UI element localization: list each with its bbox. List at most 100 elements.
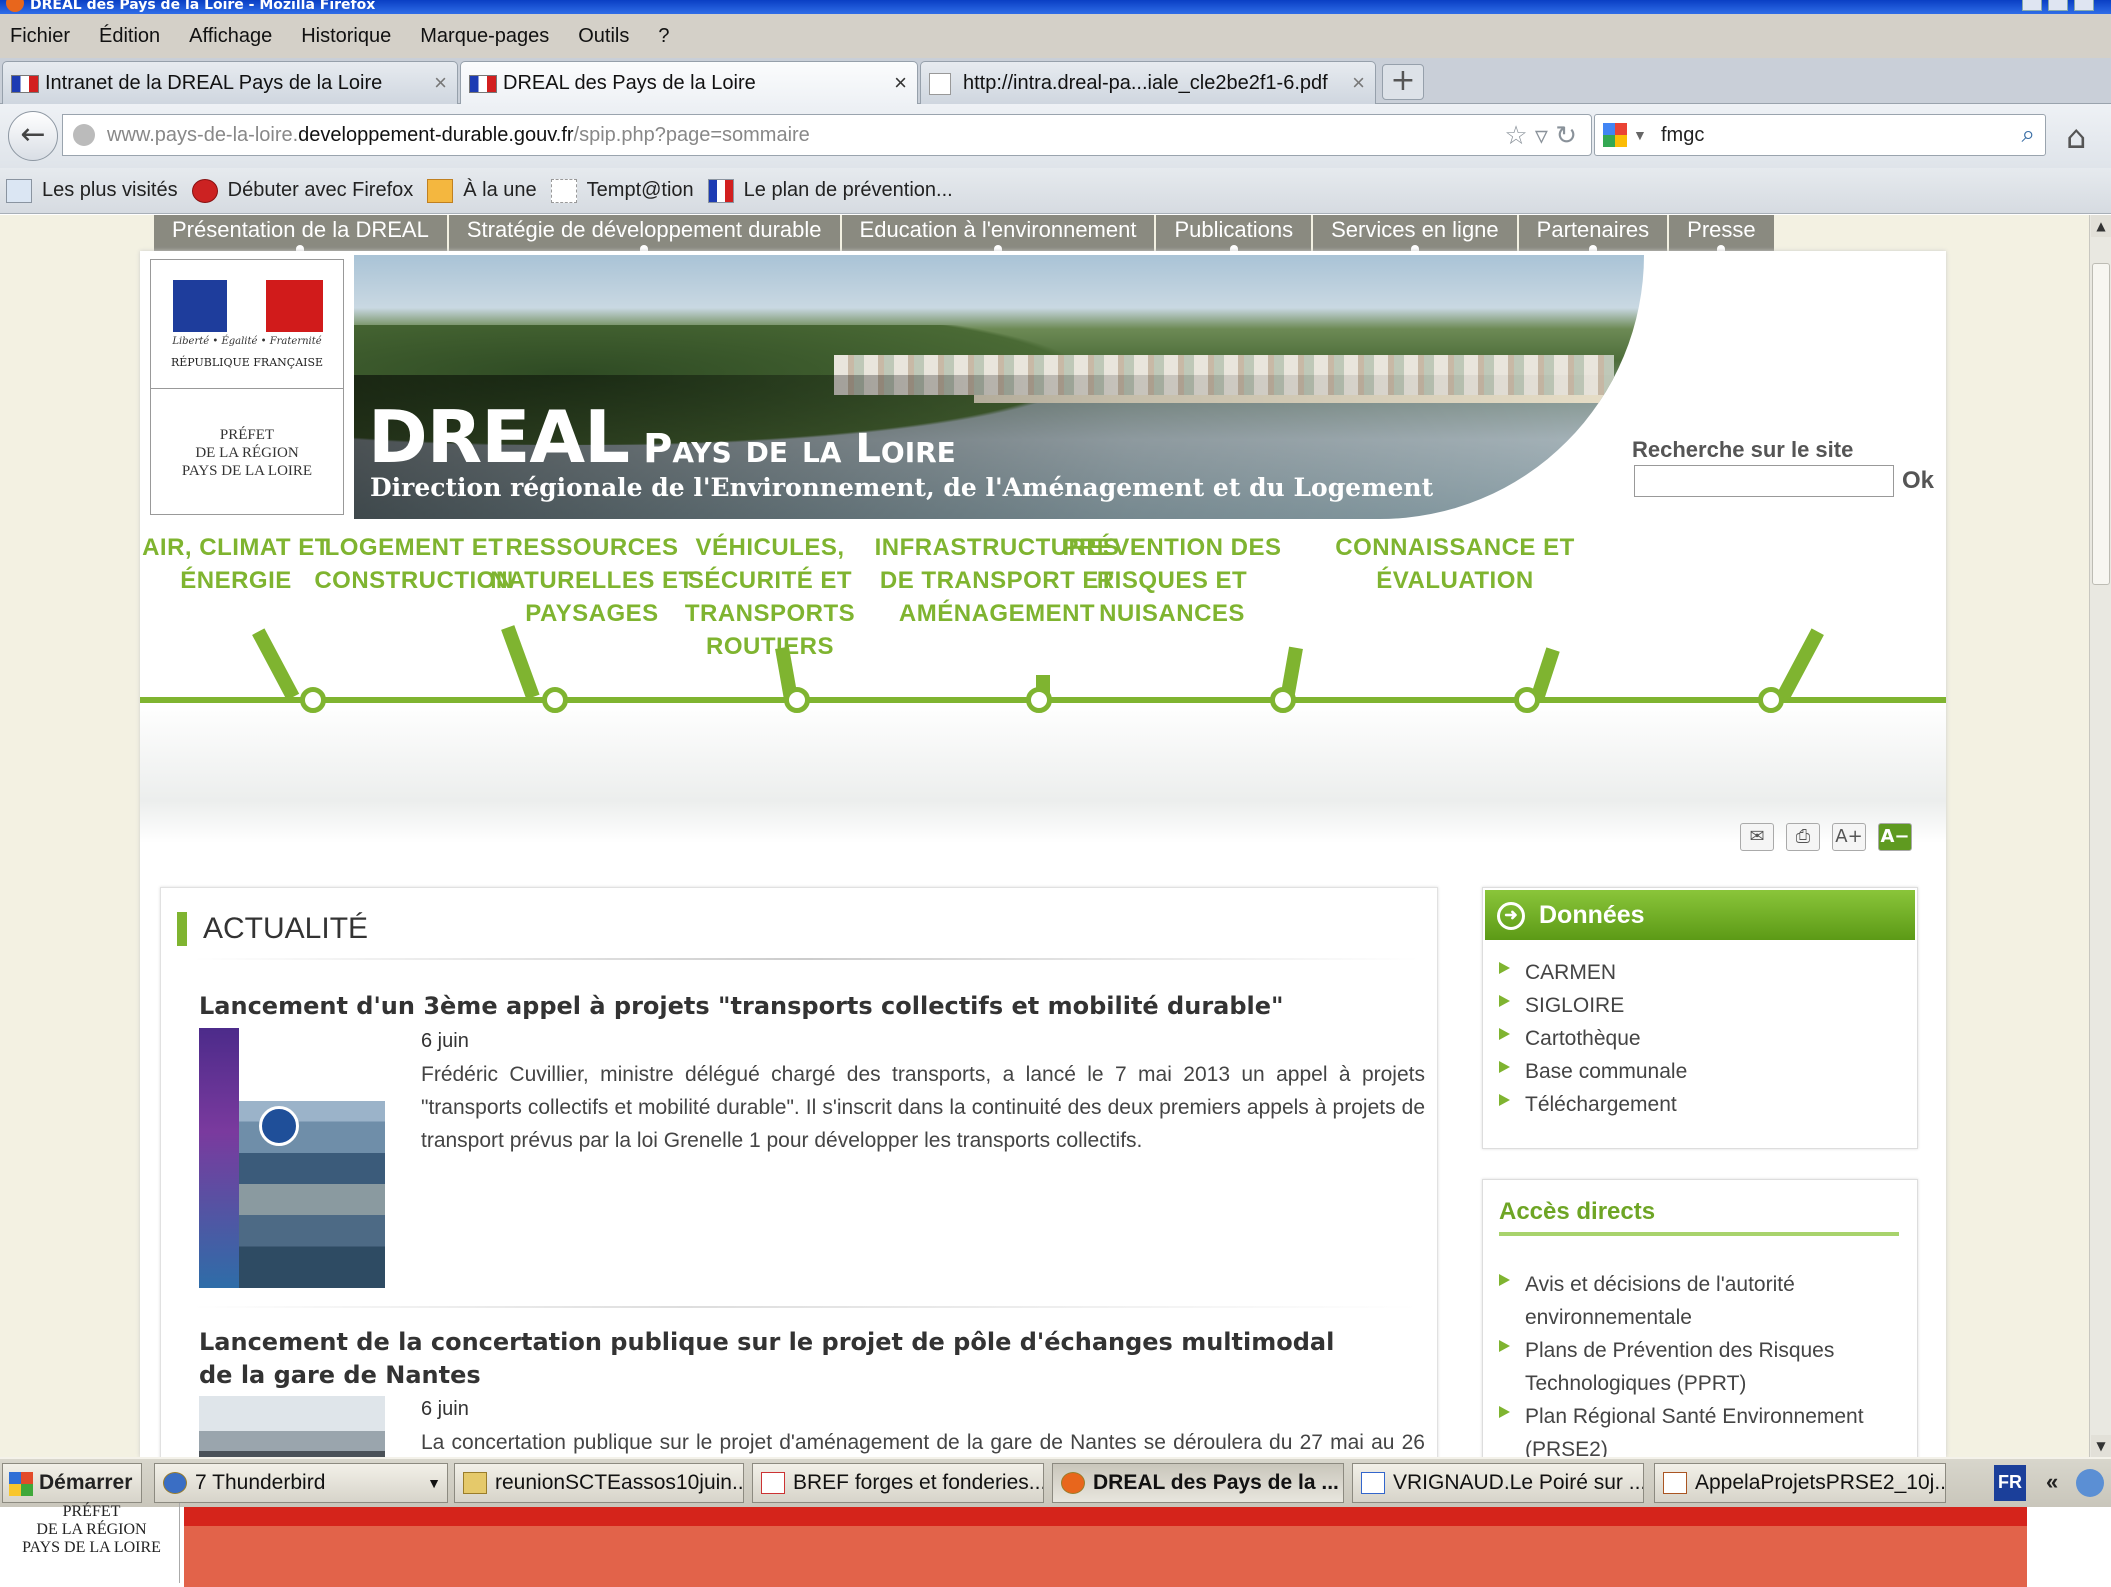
- acces-heading: Accès directs: [1499, 1198, 1656, 1225]
- tab-pdf[interactable]: http://intra.dreal-pa...iale_cle2be2f1-6…: [920, 61, 1376, 104]
- firefox-bookmark-icon: [191, 178, 218, 203]
- new-tab-button[interactable]: +: [1382, 64, 1424, 100]
- bookmarks-toolbar: Les plus visités Débuter avec Firefox À …: [0, 168, 2111, 214]
- marianne-logo-icon: [173, 280, 323, 332]
- search-magnifier-icon[interactable]: ⌕: [2022, 115, 2035, 155]
- logo-prefet: PRÉFET DE LA RÉGION PAYS DE LA LOIRE: [181, 427, 313, 479]
- document-icon: [1663, 1472, 1687, 1494]
- reload-icon[interactable]: ↻: [1555, 120, 1577, 150]
- scroll-thumb[interactable]: [2092, 263, 2110, 585]
- site-search-ok-button[interactable]: Ok: [1902, 467, 1934, 495]
- url-bar[interactable]: www.pays-de-la-loire.developpement-durab…: [62, 114, 1592, 156]
- page-scrollbar[interactable]: ▲ ▼: [2089, 215, 2111, 1457]
- donnees-item[interactable]: Base communale: [1497, 1055, 1687, 1088]
- theme-connaissance[interactable]: Connaissance et évaluation: [1312, 531, 1598, 597]
- acces-item[interactable]: Plan Régional Santé Environnement (PRSE2…: [1497, 1400, 1897, 1457]
- network-icon[interactable]: [2076, 1469, 2104, 1497]
- donnees-item[interactable]: Cartothèque: [1497, 1022, 1687, 1055]
- bookmark-star-icon[interactable]: ☆: [1504, 120, 1527, 150]
- language-indicator[interactable]: FR: [1994, 1465, 2026, 1501]
- site-search-input[interactable]: [1634, 465, 1894, 497]
- acces-item[interactable]: Avis et décisions de l'autorité environn…: [1497, 1268, 1897, 1334]
- print-icon[interactable]: ⎙: [1786, 823, 1820, 851]
- taskbar-item-dreal[interactable]: DREAL des Pays de la ...: [1052, 1463, 1344, 1503]
- search-input[interactable]: fmgc: [1661, 124, 1704, 146]
- bookmark-plus-visites[interactable]: Les plus visités: [6, 178, 178, 203]
- search-bar[interactable]: ▼ fmgc ⌕: [1594, 114, 2046, 156]
- google-engine-icon[interactable]: [1603, 123, 1627, 147]
- navigation-toolbar: ← www.pays-de-la-loire.developpement-dur…: [0, 104, 2111, 168]
- taskbar-item-bref[interactable]: BREF forges et fonderies...: [752, 1463, 1044, 1503]
- scroll-up-icon[interactable]: ▲: [2091, 215, 2111, 237]
- bookmark-temptation[interactable]: Tempt@tion: [550, 178, 694, 203]
- theme-node: [1514, 687, 1540, 713]
- article-divider: [193, 1306, 1419, 1308]
- site-identity-icon[interactable]: [73, 124, 95, 146]
- nav-presentation[interactable]: Présentation de la DREAL: [154, 215, 449, 251]
- tray-expand-icon[interactable]: «: [2046, 1465, 2058, 1501]
- close-tab-icon[interactable]: ×: [1352, 62, 1365, 104]
- close-tab-icon[interactable]: ×: [434, 62, 447, 104]
- menu-aide[interactable]: ?: [658, 25, 669, 48]
- donnees-item[interactable]: Téléchargement: [1497, 1088, 1687, 1121]
- donnees-item[interactable]: SIGLOIRE: [1497, 989, 1687, 1022]
- nav-presse[interactable]: Presse: [1669, 215, 1776, 251]
- theme-prevention[interactable]: Prévention des risques et nuisances: [1054, 531, 1290, 630]
- taskbar-item-vrignaud[interactable]: VRIGNAUD.Le Poiré sur ...: [1352, 1463, 1644, 1503]
- taskbar-item-appel[interactable]: AppelaProjetsPRSE2_10j...: [1654, 1463, 1946, 1503]
- menu-affichage[interactable]: Affichage: [189, 25, 272, 48]
- firefox-icon: [1061, 1472, 1085, 1494]
- menu-edition[interactable]: Édition: [99, 25, 160, 48]
- start-button[interactable]: Démarrer: [2, 1463, 142, 1503]
- menu-historique[interactable]: Historique: [301, 25, 391, 48]
- document-icon: [1361, 1472, 1385, 1494]
- close-window-button[interactable]: [2074, 0, 2094, 11]
- back-button[interactable]: ←: [8, 111, 58, 161]
- font-decrease-icon[interactable]: A−: [1878, 823, 1912, 851]
- group-dropdown-icon[interactable]: ▼: [427, 1464, 441, 1502]
- scroll-down-icon[interactable]: ▼: [2091, 1435, 2111, 1457]
- taskbar-thunderbird[interactable]: 7 Thunderbird ▼: [154, 1463, 448, 1503]
- minimize-button[interactable]: [2022, 0, 2042, 11]
- menu-fichier[interactable]: Fichier: [10, 25, 70, 48]
- bookmark-debuter-firefox[interactable]: Débuter avec Firefox: [191, 178, 413, 203]
- tab-dreal[interactable]: DREAL des Pays de la Loire ×: [460, 61, 918, 105]
- bookmark-a-la-une[interactable]: À la une: [427, 178, 537, 203]
- menu-marque-pages[interactable]: Marque-pages: [420, 25, 549, 48]
- url-actions: ☆ ▿ ↻: [1504, 115, 1577, 155]
- donnees-header: ➜ Données: [1485, 890, 1915, 940]
- article-date: 6 juin: [421, 1030, 469, 1052]
- actualite-heading: ACTUALITÉ: [177, 912, 368, 946]
- maximize-button[interactable]: [2048, 0, 2068, 11]
- acces-item[interactable]: Plans de Prévention des Risques Technolo…: [1497, 1334, 1897, 1400]
- article-title-link[interactable]: Lancement d'un 3ème appel à projets "tra…: [199, 990, 1284, 1023]
- engine-dropdown-icon[interactable]: ▼: [1633, 115, 1647, 155]
- menu-outils[interactable]: Outils: [578, 25, 629, 48]
- font-increase-icon[interactable]: A+: [1832, 823, 1866, 851]
- history-dropdown-icon[interactable]: ▿: [1535, 120, 1548, 150]
- nav-publications[interactable]: Publications: [1156, 215, 1314, 251]
- tab-intranet[interactable]: Intranet de la DREAL Pays de la Loire ×: [2, 61, 458, 104]
- bookmark-plan-prevention[interactable]: Le plan de prévention...: [707, 178, 953, 203]
- home-icon[interactable]: ⌂: [2066, 118, 2086, 156]
- tab-label: DREAL des Pays de la Loire: [503, 72, 756, 94]
- article-thumbnail[interactable]: [199, 1028, 385, 1288]
- close-tab-icon[interactable]: ×: [894, 62, 907, 104]
- nav-education[interactable]: Education à l'environnement: [842, 215, 1157, 251]
- screen: { "window": {"title": "DREAL des Pays de…: [0, 0, 2111, 1587]
- taskbar-label: 7 Thunderbird: [195, 1471, 326, 1494]
- donnees-item[interactable]: CARMEN: [1497, 956, 1687, 989]
- theme-vehicules[interactable]: Véhicules, sécurité et transports routie…: [650, 531, 890, 663]
- prefet-logo[interactable]: Liberté • Égalité • Fraternité RÉPUBLIQU…: [150, 259, 344, 515]
- nav-services[interactable]: Services en ligne: [1313, 215, 1519, 251]
- taskbar-item-reunion[interactable]: reunionSCTEassos10juin...: [454, 1463, 744, 1503]
- banner-direction: Direction régionale de l'Environnement, …: [370, 473, 1434, 502]
- bottom-red-bar: [184, 1507, 2027, 1587]
- nav-partenaires[interactable]: Partenaires: [1519, 215, 1670, 251]
- nav-strategie[interactable]: Stratégie de développement durable: [449, 215, 842, 251]
- theme-node: [300, 687, 326, 713]
- article-thumbnail[interactable]: [199, 1396, 385, 1457]
- article-title-link[interactable]: Lancement de la concertation publique su…: [199, 1326, 1339, 1392]
- email-icon[interactable]: ✉: [1740, 823, 1774, 851]
- page-card: Liberté • Égalité • Fraternité RÉPUBLIQU…: [140, 251, 1946, 1457]
